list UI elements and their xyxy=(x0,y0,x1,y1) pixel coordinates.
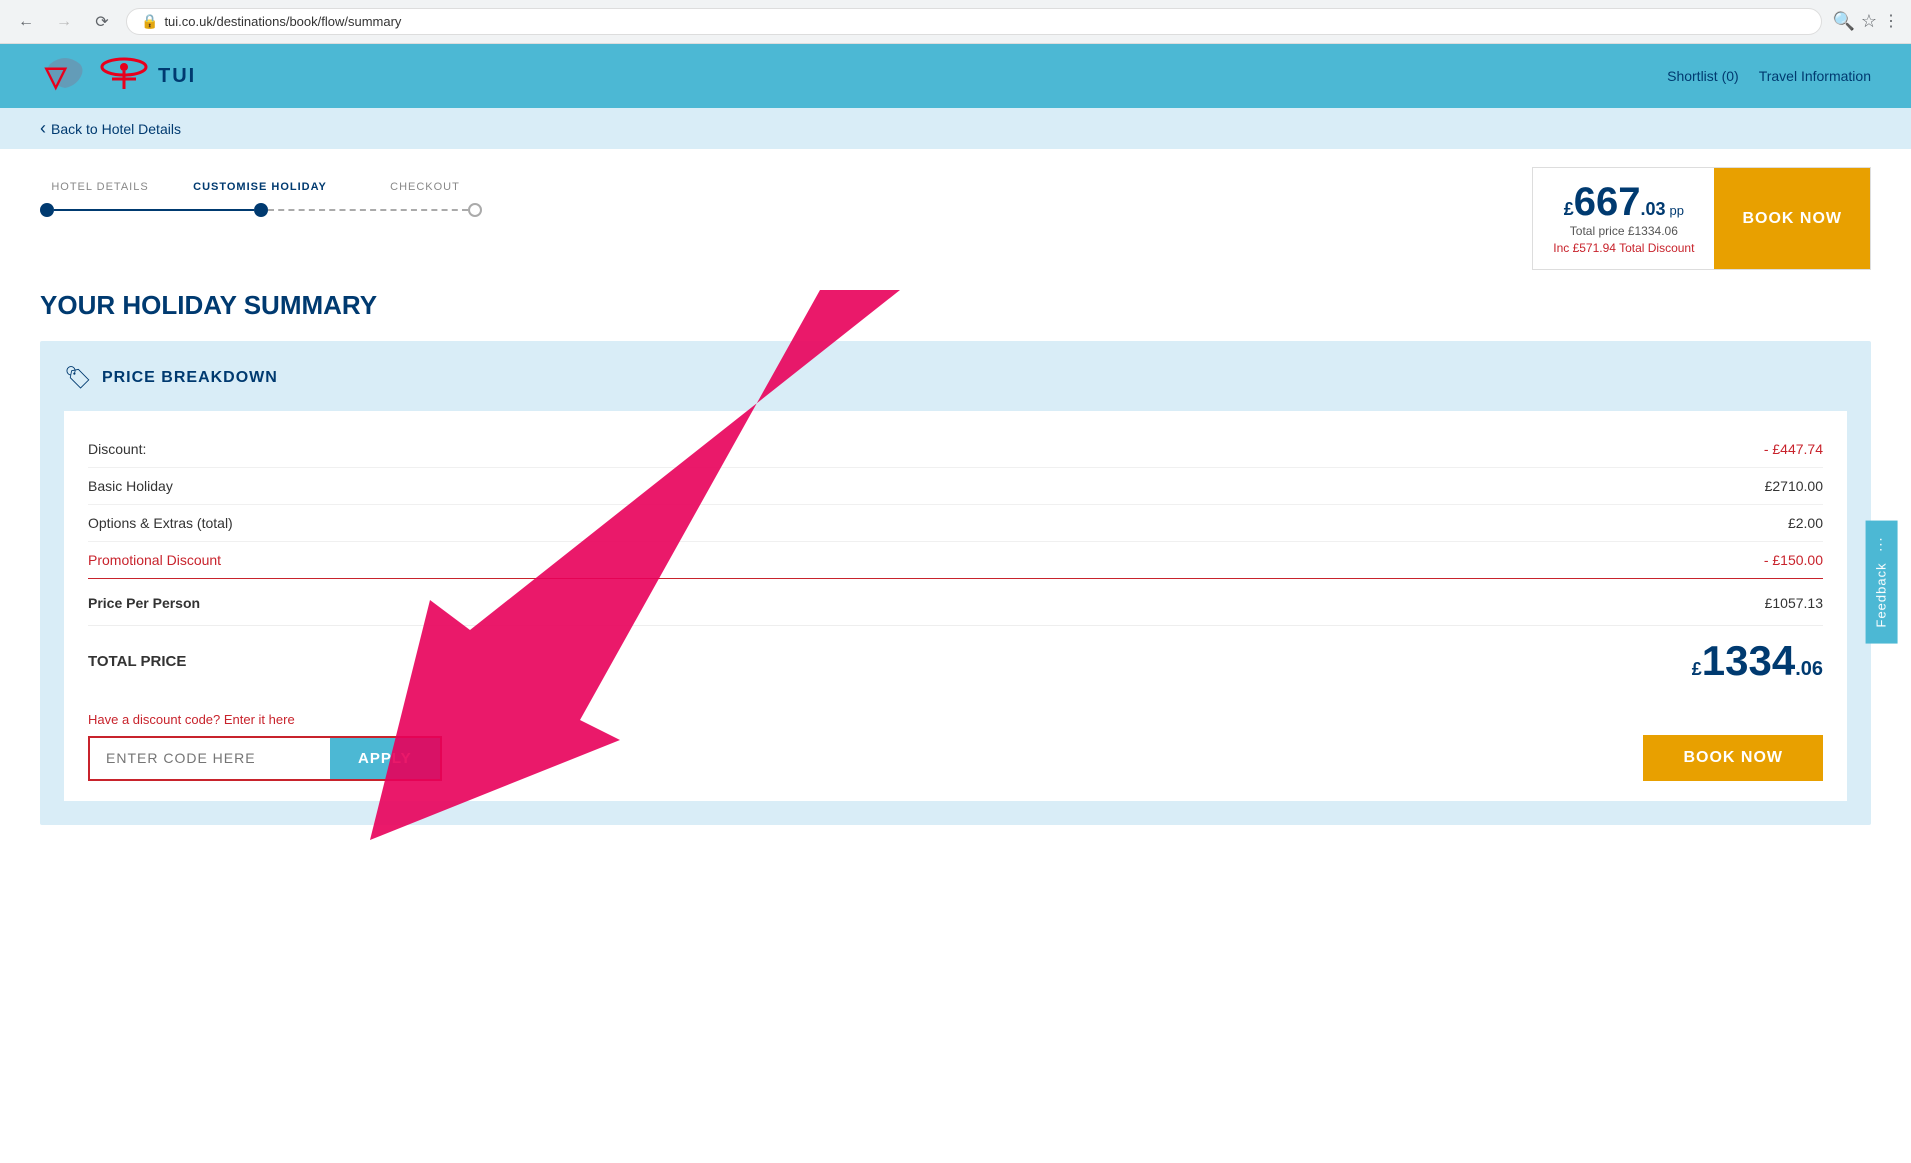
row-label-basic: Basic Holiday xyxy=(88,478,173,494)
star-icon[interactable]: ☆ xyxy=(1861,11,1877,32)
step2-line xyxy=(268,209,468,211)
step-checkout-label: CHECKOUT xyxy=(390,181,460,193)
steps-dots-row xyxy=(40,203,482,217)
back-to-hotel-link[interactable]: Back to Hotel Details xyxy=(40,121,181,137)
feedback-label: Feedback xyxy=(1873,562,1888,627)
section-title: PRICE BREAKDOWN xyxy=(102,369,278,387)
sub-header: Back to Hotel Details xyxy=(0,108,1911,149)
discount-code-label: Have a discount code? Enter it here xyxy=(88,712,1823,727)
discount-row: APPLY BOOK NOW xyxy=(88,735,1823,781)
discount-area: Have a discount code? Enter it here APPL… xyxy=(88,712,1823,781)
price-book-box: £ 667 .03 pp Total price £1334.06 Inc £5… xyxy=(1532,167,1871,270)
tui-logo-text: TUI xyxy=(158,65,196,88)
svg-text:▽: ▽ xyxy=(44,61,68,92)
back-button[interactable]: ← xyxy=(12,8,40,36)
breakdown-row-discount: Discount: - £447.74 xyxy=(88,431,1823,468)
apply-button[interactable]: APPLY xyxy=(330,738,440,779)
ppp-value: £1057.13 xyxy=(1765,595,1823,611)
row-label-extras: Options & Extras (total) xyxy=(88,515,233,531)
breakdown-row-extras: Options & Extras (total) £2.00 xyxy=(88,505,1823,542)
price-pp: pp xyxy=(1670,203,1684,218)
total-amount: 1334 xyxy=(1702,640,1795,682)
breakdown-table: Discount: - £447.74 Basic Holiday £2710.… xyxy=(64,411,1847,801)
tui-logo: ▽ TUI xyxy=(40,56,196,96)
main-content: YOUR HOLIDAY SUMMARY 🏷 PRICE BREAKDOWN D… xyxy=(0,280,1911,865)
total-label: TOTAL PRICE xyxy=(88,653,186,670)
row-value-extras: £2.00 xyxy=(1788,515,1823,531)
url-text: tui.co.uk/destinations/book/flow/summary xyxy=(164,14,1807,29)
browser-icons: 🔍 ☆ ⋮ xyxy=(1832,11,1899,32)
price-currency: £ xyxy=(1564,199,1574,220)
tui-logo-symbol: ▽ xyxy=(40,56,90,96)
row-value-promo: - £150.00 xyxy=(1764,552,1823,568)
price-main: 667 xyxy=(1574,182,1641,222)
breakdown-row-ppp: Price Per Person £1057.13 xyxy=(88,585,1823,621)
row-value-basic: £2710.00 xyxy=(1765,478,1823,494)
row-label-promo: Promotional Discount xyxy=(88,552,221,568)
shortlist-link[interactable]: Shortlist (0) xyxy=(1667,68,1739,84)
travel-info-link[interactable]: Travel Information xyxy=(1759,68,1871,84)
ppp-label: Price Per Person xyxy=(88,595,200,611)
discount-input-group: APPLY xyxy=(88,736,442,781)
step1-dot xyxy=(40,203,54,217)
step2-dot xyxy=(254,203,268,217)
feedback-tab[interactable]: Feedback ⋅⋅⋅ xyxy=(1865,520,1897,643)
site-header: ▽ TUI Shortlist (0) Travel Information xyxy=(0,44,1911,108)
price-discount-text: Inc £571.94 Total Discount xyxy=(1553,241,1694,255)
price-section: 🏷 PRICE BREAKDOWN Discount: - £447.74 Ba… xyxy=(40,341,1871,825)
breakdown-row-total: TOTAL PRICE £ 1334 .06 xyxy=(88,625,1823,692)
browser-bar: ← → ⟳ 🔒 tui.co.uk/destinations/book/flow… xyxy=(0,0,1911,44)
total-currency: £ xyxy=(1692,659,1702,680)
price-row: £ 667 .03 pp xyxy=(1553,182,1694,222)
step-customise-label: CUSTOMISE HOLIDAY xyxy=(193,181,327,193)
discount-code-input[interactable] xyxy=(90,738,330,779)
address-bar[interactable]: 🔒 tui.co.uk/destinations/book/flow/summa… xyxy=(126,8,1822,35)
price-total-text: Total price £1334.06 xyxy=(1553,224,1694,238)
price-decimal: .03 xyxy=(1640,199,1665,220)
total-decimal-val: .06 xyxy=(1795,658,1823,681)
breakdown-row-basic: Basic Holiday £2710.00 xyxy=(88,468,1823,505)
search-icon[interactable]: 🔍 xyxy=(1832,11,1854,32)
booking-steps: HOTEL DETAILS CUSTOMISE HOLIDAY CHECKOUT xyxy=(40,167,490,227)
breakdown-row-promo: Promotional Discount - £150.00 xyxy=(88,542,1823,579)
row-label-discount: Discount: xyxy=(88,441,146,457)
reload-button[interactable]: ⟳ xyxy=(88,8,116,36)
step1-line xyxy=(54,209,254,211)
step3-dot xyxy=(468,203,482,217)
price-info-box: £ 667 .03 pp Total price £1334.06 Inc £5… xyxy=(1533,168,1714,269)
total-price-value: £ 1334 .06 xyxy=(1692,640,1823,682)
tag-icon: 🏷 xyxy=(64,365,92,391)
book-now-button-bottom[interactable]: BOOK NOW xyxy=(1643,735,1823,781)
page-title: YOUR HOLIDAY SUMMARY xyxy=(40,290,1871,321)
row-value-discount: - £447.74 xyxy=(1764,441,1823,457)
step-hotel-details-label: HOTEL DETAILS xyxy=(51,181,148,193)
tui-logo-graphic xyxy=(98,57,150,95)
menu-icon[interactable]: ⋮ xyxy=(1883,11,1899,32)
section-header: 🏷 PRICE BREAKDOWN xyxy=(64,365,1847,391)
header-nav: Shortlist (0) Travel Information xyxy=(1667,68,1871,84)
steps-and-price: HOTEL DETAILS CUSTOMISE HOLIDAY CHECKOUT xyxy=(0,149,1911,280)
steps-labels: HOTEL DETAILS CUSTOMISE HOLIDAY CHECKOUT xyxy=(40,177,490,195)
feedback-dots-icon: ⋅⋅⋅ xyxy=(1873,536,1888,551)
forward-button[interactable]: → xyxy=(50,8,78,36)
book-now-button-top[interactable]: BOOK NOW xyxy=(1714,168,1870,269)
